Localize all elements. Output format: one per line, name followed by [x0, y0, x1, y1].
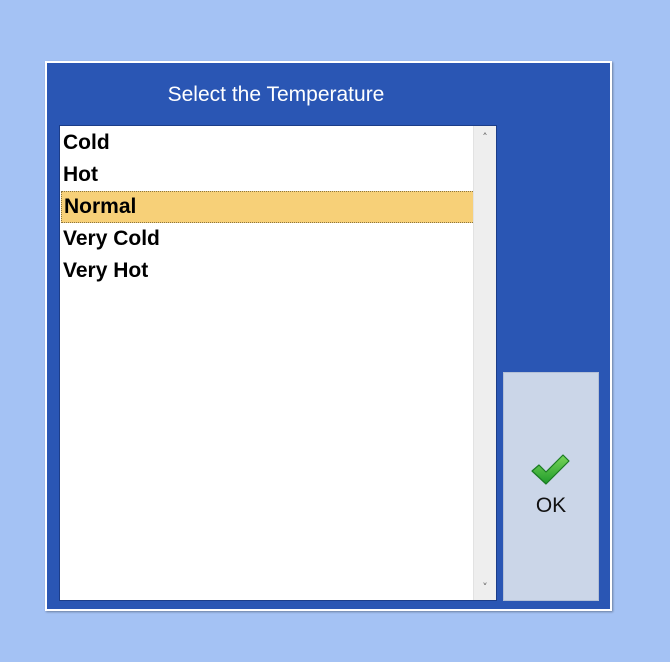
dialog-title: Select the Temperature: [167, 83, 385, 106]
list-item-hot[interactable]: Hot: [61, 159, 475, 191]
checkmark-icon: [531, 454, 570, 485]
temperature-listbox[interactable]: Cold Hot Normal Very Cold Very Hot ˄ ˅: [59, 125, 497, 601]
list-item-very-cold[interactable]: Very Cold: [61, 223, 475, 255]
ok-button[interactable]: OK: [503, 372, 599, 601]
list-item-very-hot[interactable]: Very Hot: [61, 255, 475, 287]
temperature-dialog: Select the Temperature Cold Hot Normal V…: [45, 61, 612, 611]
chevron-down-icon[interactable]: ˅: [474, 578, 496, 598]
ok-button-label: OK: [535, 494, 567, 517]
list-item-normal[interactable]: Normal: [61, 191, 475, 223]
chevron-up-icon[interactable]: ˄: [474, 128, 496, 148]
list-item-cold[interactable]: Cold: [61, 127, 475, 159]
list-items: Cold Hot Normal Very Cold Very Hot: [61, 127, 475, 287]
list-scrollbar[interactable]: ˄ ˅: [473, 126, 496, 600]
